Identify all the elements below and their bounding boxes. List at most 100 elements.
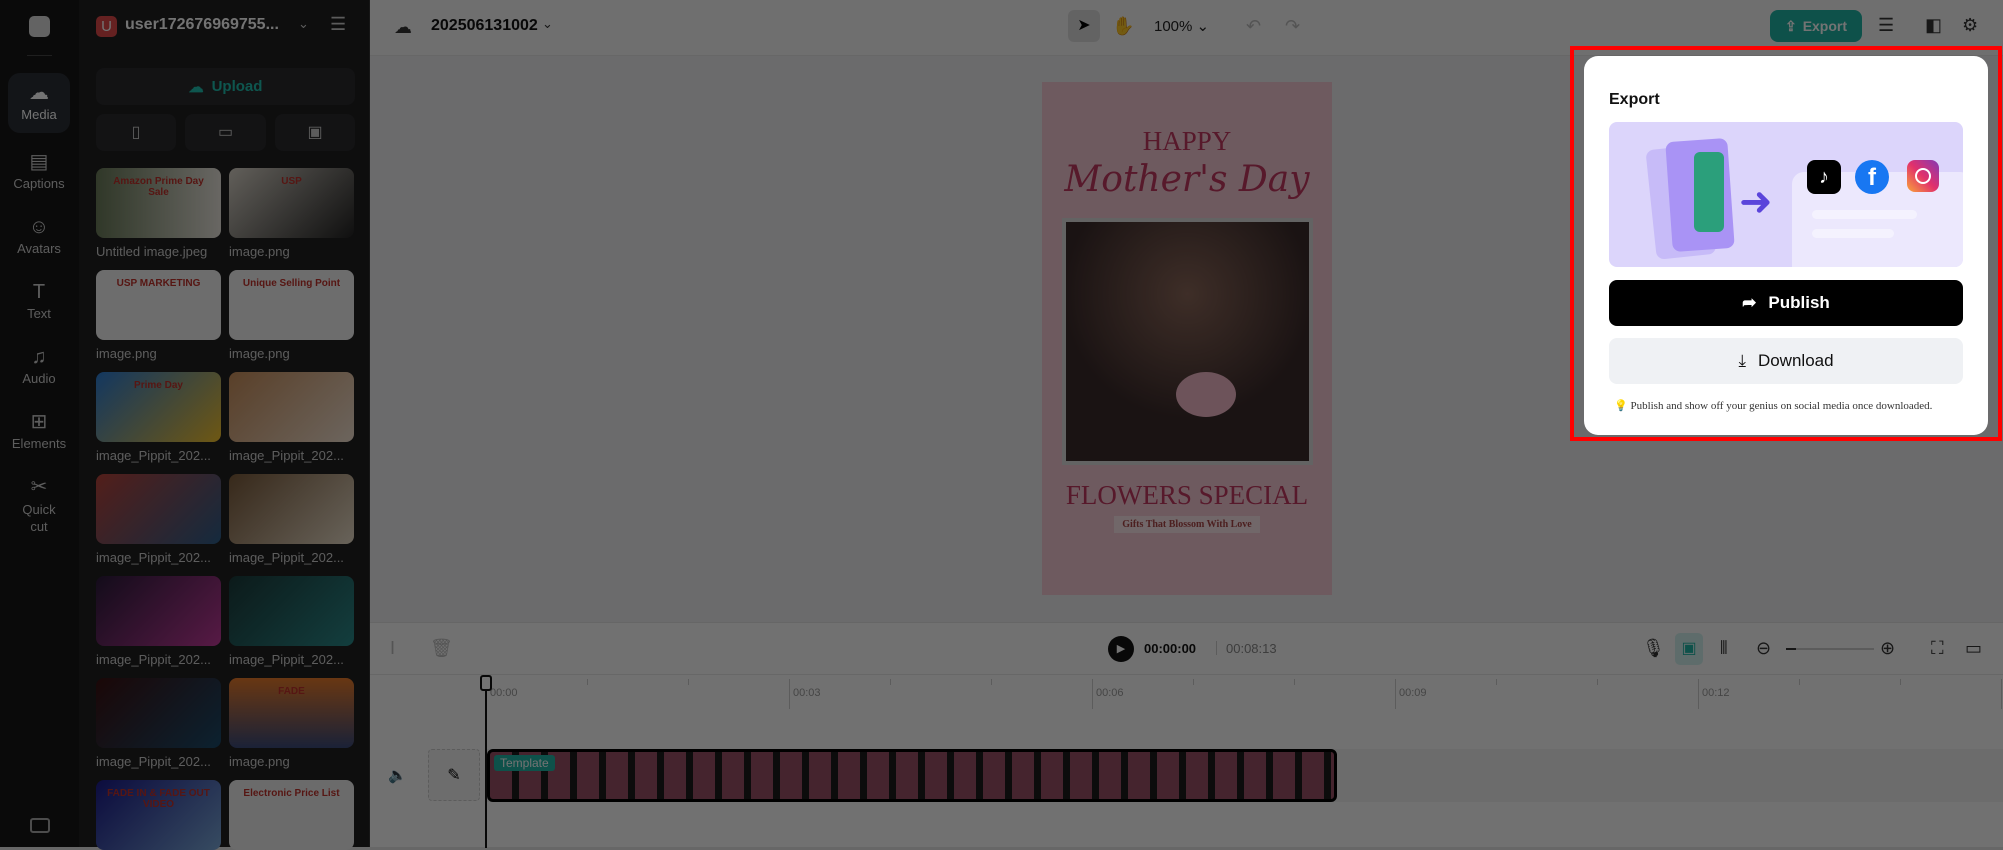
rail-label: Quick cut [22,502,56,534]
media-thumbnail[interactable]: FADE [229,678,354,748]
headline-happy: HAPPY [1142,126,1232,156]
zoom-select[interactable]: 100% ⌄ [1154,17,1209,35]
subheadline: Gifts That Blossom With Love [1114,516,1260,533]
cloud-upload-icon: ☁ [188,78,204,96]
ruler-tick [1698,679,1699,709]
instagram-icon [1907,160,1939,192]
redo-icon[interactable]: ↷ [1285,16,1300,36]
ruler-tick-label: 00:12 [1702,687,1730,699]
media-filename: image_Pippit_202... [96,754,211,769]
popup-title: Export [1609,91,1660,108]
export-button[interactable]: ⇪ Export [1770,10,1862,42]
rail-label: Elements [11,436,67,451]
media-thumbnail[interactable] [96,474,221,544]
music-icon: ♫ [31,346,47,368]
media-thumbnail[interactable] [96,678,221,748]
layers-icon[interactable]: ☰ [1878,15,1894,35]
publish-label: Publish [1768,293,1830,312]
rail-item-elements[interactable]: ⊞ Elements [8,410,70,451]
microphone-icon[interactable]: 🎙 [1642,638,1665,658]
publish-button[interactable]: ➦ Publish [1609,280,1963,326]
zoom-out-icon[interactable]: ⊖ [1756,638,1771,658]
chevron-down-icon[interactable]: ⌄ [298,16,309,32]
playhead[interactable] [485,677,487,848]
video-clip[interactable]: Template [487,749,1337,802]
split-icon[interactable]: I [390,638,395,658]
media-thumbnail[interactable]: Prime Day [96,372,221,442]
fullscreen-icon[interactable]: ⛶ [1931,638,1944,658]
time-separator [1216,641,1217,655]
split-center-icon[interactable]: ⫴ [1720,638,1728,658]
rail-item-quick-cut[interactable]: ✂ Quick cut [8,475,70,535]
elements-icon: ⊞ [30,411,48,433]
play-button[interactable]: ▶ [1108,636,1134,662]
project-name[interactable]: 202506131002 [431,17,538,35]
media-filename: Untitled image.jpeg [96,244,208,259]
keyboard-icon[interactable] [30,818,50,833]
hand-tool-icon[interactable]: ✋ [1112,16,1134,36]
ruler-tick [1799,679,1800,685]
gear-icon[interactable]: ⚙ [1962,15,1978,35]
download-label: Download [1757,351,1834,370]
avatar-icon: ☺ [28,216,50,238]
panel-toggle-icon[interactable]: ◧ [1925,15,1942,35]
thumbnail-text: Amazon Prime Day Sale [113,176,204,198]
thumbnail-text: Unique Selling Point [242,278,341,289]
media-thumbnail[interactable] [229,372,354,442]
tiktok-icon: ♪ [1807,160,1841,194]
headline-flowers-special: FLOWERS SPECIAL [1065,480,1309,510]
trash-icon[interactable]: 🗑 [430,638,453,658]
media-thumbnail[interactable] [96,576,221,646]
media-thumbnail[interactable]: Amazon Prime Day Sale [96,168,221,238]
export-label: Export [1802,18,1848,34]
select-tool-button[interactable]: ➤ [1068,10,1100,42]
media-filename: image.png [229,244,290,259]
thumbnail-text: Electronic Price List [243,788,340,799]
volume-icon[interactable]: 🔈 [388,766,407,786]
ruler-tick [2001,679,2002,709]
undo-icon[interactable]: ↶ [1246,16,1261,36]
zoom-in-icon[interactable]: ⊕ [1880,638,1895,658]
zoom-level: 100% [1154,18,1193,35]
ruler-tick-label: 00:06 [1096,687,1124,699]
media-thumbnail[interactable] [229,474,354,544]
thumbnail-text: USP MARKETING [116,278,201,289]
media-thumbnail[interactable] [229,576,354,646]
video-preview[interactable]: HAPPY Mother's Day FLOWERS SPECIAL Gifts… [1042,82,1332,595]
avatar: U [96,16,117,37]
display-icon[interactable]: ▭ [1965,638,1982,658]
chevron-down-icon[interactable]: ⌄ [542,14,553,34]
rail-item-captions[interactable]: ▤ Captions [8,150,70,191]
rail-item-avatars[interactable]: ☺ Avatars [8,215,70,256]
ruler-tick-label: 00:00 [490,687,518,699]
media-thumbnail[interactable]: Electronic Price List [229,780,354,850]
edit-cover-button[interactable]: ✎ [428,749,480,801]
scissors-icon: ✂ [30,476,48,498]
upload-button[interactable]: ☁ Upload [96,68,355,105]
ruler-divider [370,674,2003,675]
media-filename: image_Pippit_202... [229,550,344,565]
clip-label: Template [494,755,555,771]
media-thumbnail[interactable]: Unique Selling Point [229,270,354,340]
filter-screen-button[interactable]: ▣ [275,114,355,151]
filter-video-button[interactable]: ▭ [185,114,266,151]
sort-icon[interactable]: ☰ [330,14,346,35]
rail-label: Audio [22,371,56,386]
tip-label: Publish and show off your genius on soci… [1630,400,1933,412]
rail-item-text[interactable]: T Text [8,280,70,321]
ruler-tick [1193,679,1194,685]
rail-item-media[interactable]: ☁ Media [8,73,70,133]
username[interactable]: user172676969755... [125,16,279,34]
ruler-tick [991,679,992,685]
rail-item-audio[interactable]: ♫ Audio [8,345,70,386]
download-button[interactable]: ⤓ Download [1609,338,1963,384]
media-thumbnail[interactable]: FADE IN & FADE OUT VIDEO [96,780,221,850]
playhead-handle[interactable] [480,675,492,691]
media-thumbnail[interactable]: USP MARKETING [96,270,221,340]
magnet-toggle[interactable]: ▣ [1675,633,1703,665]
filter-phone-button[interactable]: ▯ [96,114,176,151]
zoom-slider[interactable] [1786,648,1874,650]
ruler-tick [1395,679,1396,709]
media-thumbnail[interactable]: USP [229,168,354,238]
download-icon: ⤓ [1738,351,1746,370]
